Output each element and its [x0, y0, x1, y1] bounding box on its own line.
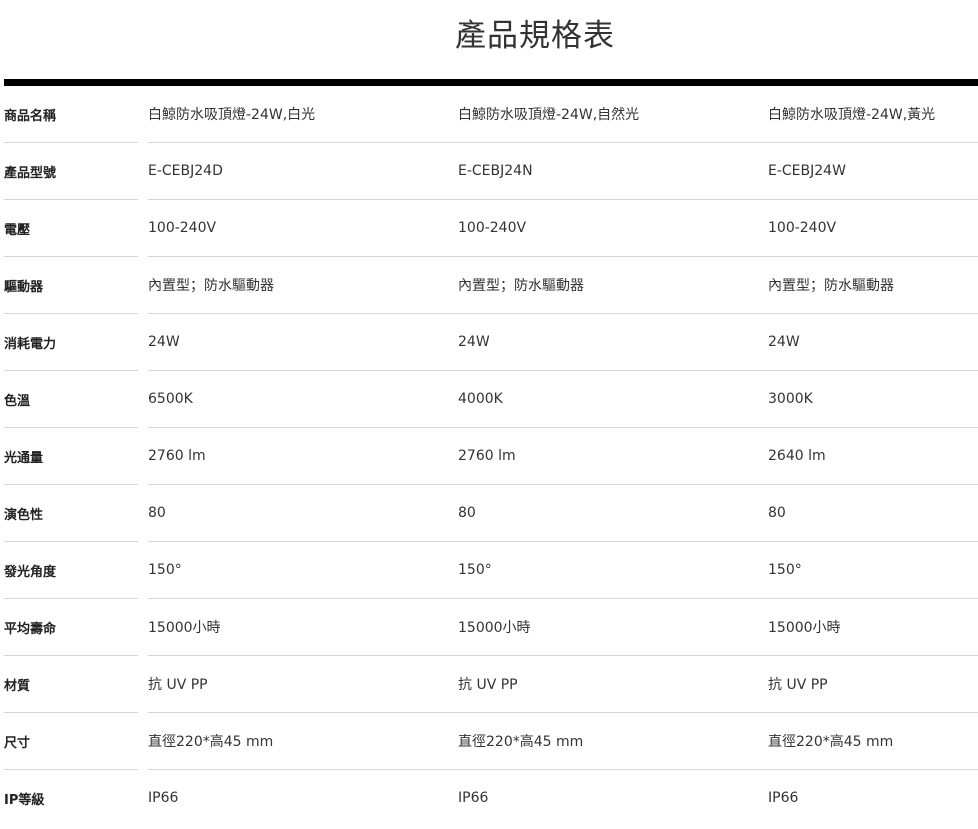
spec-value-col-3: 24W — [768, 313, 978, 371]
spec-gap — [138, 143, 148, 200]
spec-row: 商品名稱 白鯨防水吸頂燈-24W,白光 白鯨防水吸頂燈-24W,自然光 白鯨防水吸頂燈… — [4, 86, 978, 143]
spec-value-col-3: E-CEBJ24W — [768, 142, 978, 200]
spec-value-col-3: 內置型；防水驅動器 — [768, 256, 978, 314]
spec-value-col-1: IP66 — [148, 790, 179, 806]
spec-value-col-1: 150° — [148, 541, 458, 599]
spec-row: 平均壽命 15000小時 15000小時 15000小時 — [4, 598, 978, 656]
spec-value-col-2: E-CEBJ24N — [458, 142, 768, 200]
spec-value-col-1: 內置型；防水驅動器 — [148, 256, 458, 314]
spec-label: 驅動器 — [4, 256, 138, 314]
spec-value-col-2: 80 — [458, 484, 768, 542]
spec-gap — [138, 371, 148, 428]
spec-gap — [138, 314, 148, 371]
spec-label: IP等級 — [4, 792, 45, 808]
spec-value-col-2: 抗 UV PP — [458, 655, 768, 713]
spec-value-col-1: 80 — [148, 484, 458, 542]
page-title: 產品規格表 — [455, 18, 615, 54]
spec-table-body: 商品名稱 白鯨防水吸頂燈-24W,白光 白鯨防水吸頂燈-24W,自然光 白鯨防水吸頂燈… — [4, 86, 978, 826]
spec-row: 電壓 100-240V 100-240V 100-240V — [4, 199, 978, 257]
spec-value-col-3: IP66 — [768, 790, 799, 806]
spec-value-col-2: IP66 — [458, 790, 489, 806]
spec-row: 產品型號 E-CEBJ24D E-CEBJ24N E-CEBJ24W — [4, 142, 978, 200]
spec-gap — [138, 86, 148, 143]
spec-gap — [138, 599, 148, 656]
spec-label: 色溫 — [4, 370, 138, 428]
spec-gap — [138, 542, 148, 599]
spec-value-col-1: 2760 lm — [148, 427, 458, 485]
spec-row: 色溫 6500K 4000K 3000K — [4, 370, 978, 428]
spec-value-col-2: 100-240V — [458, 199, 768, 257]
spec-gap — [138, 428, 148, 485]
spec-row: 消耗電力 24W 24W 24W — [4, 313, 978, 371]
spec-gap — [138, 485, 148, 542]
spec-label: 平均壽命 — [4, 598, 138, 656]
spec-label: 產品型號 — [4, 142, 138, 200]
spec-value-col-1: 6500K — [148, 370, 458, 428]
spec-gap — [138, 656, 148, 713]
spec-value-col-1: 抗 UV PP — [148, 655, 458, 713]
spec-label: 電壓 — [4, 199, 138, 257]
spec-label: 材質 — [4, 655, 138, 713]
spec-label: 商品名稱 — [4, 86, 138, 143]
spec-value-col-2: 15000小時 — [458, 598, 768, 656]
spec-value-col-1: E-CEBJ24D — [148, 142, 458, 200]
spec-value-col-3: 3000K — [768, 370, 978, 428]
spec-value-col-2: 2760 lm — [458, 427, 768, 485]
spec-label: 消耗電力 — [4, 313, 138, 371]
spec-row: 尺寸 直徑220*高45 mm 直徑220*高45 mm 直徑220*高45 mm — [4, 712, 978, 770]
spec-row: IP等級 IP66 IP66 IP66 — [4, 770, 978, 827]
spec-gap — [138, 257, 148, 314]
spec-value-col-1: 100-240V — [148, 199, 458, 257]
spec-value-col-3: 直徑220*高45 mm — [768, 712, 978, 770]
title-divider — [4, 79, 978, 86]
spec-value-col-3: 2640 lm — [768, 427, 978, 485]
spec-value-col-3: 100-240V — [768, 199, 978, 257]
spec-value-col-2: 內置型；防水驅動器 — [458, 256, 768, 314]
spec-label: 尺寸 — [4, 712, 138, 770]
spec-label: 發光角度 — [4, 541, 138, 599]
spec-value-col-3: 150° — [768, 541, 978, 599]
spec-value-col-2: 24W — [458, 313, 768, 371]
spec-value-col-3: 15000小時 — [768, 598, 978, 656]
spec-gap — [138, 713, 148, 770]
spec-value-col-2: 4000K — [458, 370, 768, 428]
spec-row: 驅動器 內置型；防水驅動器 內置型；防水驅動器 內置型；防水驅動器 — [4, 256, 978, 314]
spec-row: 材質抗 UV PP 抗 UV PP 抗 UV PP — [4, 655, 978, 713]
spec-value-col-1: 白鯨防水吸頂燈-24W,白光 — [148, 86, 458, 143]
spec-row: 光通量 2760 lm 2760 lm 2640 lm — [4, 427, 978, 485]
spec-value-col-2: 直徑220*高45 mm — [458, 712, 768, 770]
spec-label: 演色性 — [4, 484, 138, 542]
spec-gap — [138, 770, 148, 827]
spec-value-col-3: 白鯨防水吸頂燈-24W,黃光 — [768, 86, 978, 143]
spec-value-col-2: 白鯨防水吸頂燈-24W,自然光 — [458, 86, 768, 143]
spec-value-col-1: 直徑220*高45 mm — [148, 712, 458, 770]
spec-row: 演色性 80 80 80 — [4, 484, 978, 542]
spec-value-col-3: 抗 UV PP — [768, 655, 978, 713]
spec-value-col-3: 80 — [768, 484, 978, 542]
spec-gap — [138, 200, 148, 257]
spec-row: 發光角度 150° 150° 150° — [4, 541, 978, 599]
spec-value-col-2: 150° — [458, 541, 768, 599]
spec-table: 商品名稱 白鯨防水吸頂燈-24W,白光 白鯨防水吸頂燈-24W,自然光 白鯨防水吸頂燈… — [4, 86, 978, 826]
spec-label: 光通量 — [4, 427, 138, 485]
spec-value-col-1: 24W — [148, 313, 458, 371]
spec-value-col-1: 15000小時 — [148, 598, 458, 656]
